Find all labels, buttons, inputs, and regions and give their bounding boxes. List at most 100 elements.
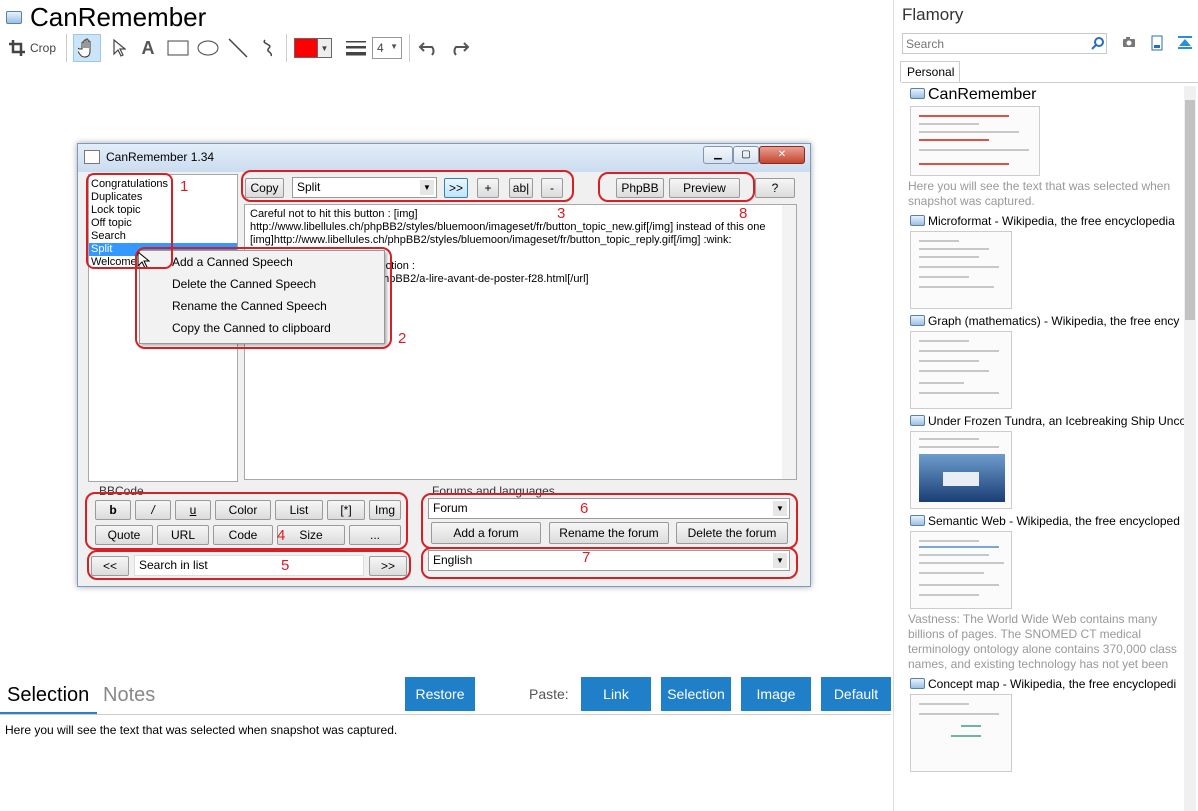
- ellipse-tool-button[interactable]: [194, 34, 222, 62]
- line-width-button[interactable]: [342, 34, 370, 62]
- snapshot-description: Here you will see the text that was sele…: [908, 179, 1171, 208]
- help-button[interactable]: ?: [755, 178, 795, 198]
- app-icon: [910, 515, 925, 526]
- tab-selection[interactable]: Selection: [7, 684, 89, 707]
- snapshot-title: Under Frozen Tundra, an Icebreaking Ship…: [928, 414, 1184, 428]
- app-icon: [6, 11, 22, 24]
- chevron-down-icon: ▼: [318, 38, 332, 58]
- paste-default-button[interactable]: Default: [821, 677, 891, 711]
- snapshot-item[interactable]: Concept map - Wikipedia, the free encycl…: [908, 676, 1184, 772]
- flamory-search-input[interactable]: [902, 33, 1107, 54]
- app-icon: [910, 88, 925, 99]
- scrollbar-thumb[interactable]: [1185, 100, 1195, 320]
- chevron-down-icon: ▼: [390, 42, 398, 51]
- search-icon[interactable]: [1091, 36, 1105, 50]
- flamory-panel: Flamory Personal CanRemember Here you wi…: [893, 0, 1198, 811]
- line-tool-button[interactable]: [224, 34, 252, 62]
- redo-button[interactable]: [446, 34, 472, 62]
- restore-button[interactable]: Restore: [405, 677, 475, 711]
- annotation-outline: [421, 547, 798, 579]
- annotation-outline: [135, 247, 392, 349]
- annotation-number: 5: [281, 557, 290, 574]
- tab-divider: [902, 82, 1198, 83]
- undo-button[interactable]: [416, 34, 442, 62]
- snapshot-title: CanRemember: [928, 86, 1037, 103]
- annotation-outline: [87, 550, 411, 580]
- ellipse-icon: [197, 40, 219, 56]
- freehand-icon: [263, 39, 273, 57]
- snapshot-thumbnail[interactable]: [910, 531, 1012, 609]
- annotation-number: 4: [277, 527, 286, 544]
- pointer-icon: [113, 38, 126, 57]
- minimize-button[interactable]: ▁: [703, 146, 733, 164]
- snapshot-thumbnail[interactable]: [910, 331, 1012, 409]
- line-width-icon: [346, 41, 366, 56]
- annotation-number: 1: [180, 178, 189, 195]
- paste-image-button[interactable]: Image: [741, 677, 811, 711]
- snapshot-item[interactable]: Graph (mathematics) - Wikipedia, the fre…: [908, 313, 1184, 409]
- window-title: CanRemember 1.34: [106, 150, 215, 164]
- snapshot-item[interactable]: Semantic Web - Wikipedia, the free encyc…: [908, 513, 1184, 672]
- snapshot-description: Vastness: The World Wide Web contains ma…: [908, 612, 1177, 671]
- app-icon: [910, 415, 925, 426]
- app-icon: [910, 678, 925, 689]
- toolbar-divider: [409, 34, 410, 62]
- snapshot-thumbnail[interactable]: [910, 694, 1012, 772]
- text-tool-button[interactable]: A: [136, 34, 160, 62]
- crop-icon: [8, 40, 25, 56]
- text-tool-icon: A: [141, 37, 155, 58]
- annotation-outline: [241, 170, 574, 202]
- annotation-number: 2: [398, 330, 407, 347]
- snapshot-item[interactable]: Microformat - Wikipedia, the free encycl…: [908, 213, 1184, 309]
- collapse-icon[interactable]: [1177, 35, 1193, 51]
- snapshot-title: Concept map - Wikipedia, the free encycl…: [928, 677, 1177, 691]
- snapshot-title: Microformat - Wikipedia, the free encycl…: [928, 214, 1175, 228]
- undo-icon: [418, 42, 435, 56]
- snapshot-list: CanRemember Here you will see the text t…: [908, 86, 1184, 811]
- snapshot-thumbnail[interactable]: [910, 231, 1012, 309]
- rectangle-icon: [167, 40, 189, 56]
- snapshot-thumbnail[interactable]: [910, 431, 1012, 509]
- tab-notes[interactable]: Notes: [103, 684, 155, 707]
- app-icon: [910, 215, 925, 226]
- maximize-button[interactable]: ▢: [733, 146, 759, 164]
- freehand-tool-button[interactable]: [256, 34, 282, 62]
- paste-label: Paste:: [529, 686, 569, 702]
- color-picker[interactable]: ▼: [292, 34, 334, 62]
- color-swatch: [294, 38, 318, 58]
- snapshot-item[interactable]: Under Frozen Tundra, an Icebreaking Ship…: [908, 413, 1184, 509]
- rectangle-tool-button[interactable]: [164, 34, 192, 62]
- annotation-outline: [598, 172, 755, 202]
- close-button[interactable]: ✕: [759, 146, 805, 164]
- app-icon: [910, 315, 925, 326]
- text-line: Careful not to hit this button : [img]: [250, 208, 418, 220]
- annotation-number: 8: [739, 205, 748, 222]
- window-titlebar: CanRemember 1.34 ▁ ▢ ✕: [78, 144, 810, 172]
- line-width-select[interactable]: 4 ▼: [372, 34, 402, 62]
- redo-icon: [453, 42, 470, 56]
- snapshot-title: Graph (mathematics) - Wikipedia, the fre…: [928, 314, 1180, 328]
- snapshot-item[interactable]: CanRemember Here you will see the text t…: [908, 86, 1184, 209]
- snapshot-thumbnail[interactable]: [910, 106, 1040, 176]
- snapshot-window: CanRemember 1.34 ▁ ▢ ✕ Congratulations D…: [77, 143, 811, 587]
- pointer-tool-button[interactable]: [106, 34, 132, 62]
- text-line: http://www.libellules.ch/phpBB2/styles/b…: [250, 221, 766, 233]
- page-icon[interactable]: [1150, 35, 1164, 51]
- page-title: CanRemember: [30, 2, 207, 32]
- toolbar-divider: [286, 34, 287, 62]
- line-width-value: 4: [377, 41, 384, 55]
- annotation-outline: [421, 493, 798, 549]
- hand-tool-button[interactable]: [73, 34, 101, 62]
- hand-icon: [78, 38, 91, 58]
- camera-icon[interactable]: [1122, 35, 1136, 49]
- annotation-number: 6: [580, 500, 589, 517]
- selection-text: Here you will see the text that was sele…: [5, 723, 398, 737]
- canremember-icon: [84, 150, 100, 164]
- tab-personal[interactable]: Personal: [900, 61, 960, 83]
- photo-thumbnail: [919, 454, 1005, 502]
- crop-button[interactable]: Crop: [6, 34, 58, 62]
- paste-selection-button[interactable]: Selection: [661, 677, 731, 711]
- vertical-scrollbar[interactable]: [782, 205, 796, 479]
- paste-link-button[interactable]: Link: [581, 677, 651, 711]
- line-icon: [228, 38, 248, 58]
